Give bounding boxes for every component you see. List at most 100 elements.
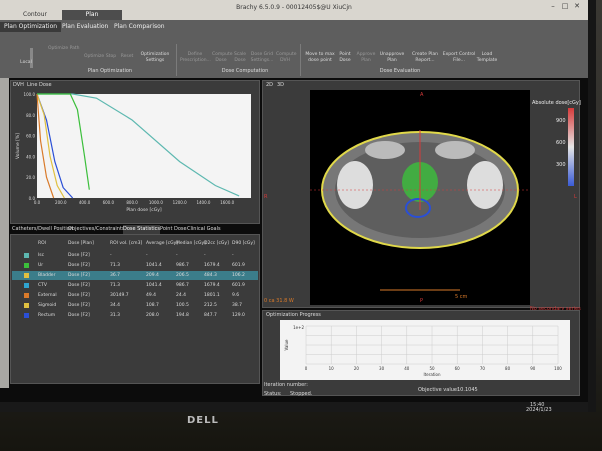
- x-tick-label: 800.0: [126, 200, 138, 205]
- tab-line-dose[interactable]: Line Dose: [27, 82, 52, 88]
- status-value: Stopped.: [290, 391, 313, 397]
- ct-image-viewport[interactable]: [310, 90, 530, 305]
- col-vol[interactable]: ROI vol. [cm3]: [110, 239, 142, 248]
- table-row[interactable]: Ur Dose [F2] 71.3 1041.4 986.7 1679.4 601.9: [12, 261, 258, 270]
- optimization-settings-button[interactable]: Optimization Settings: [140, 52, 170, 64]
- roi-color-swatch: [24, 263, 29, 268]
- tab-contour[interactable]: Contour: [10, 10, 60, 20]
- taskbar-date[interactable]: 2024/1/23: [526, 408, 552, 413]
- table-row[interactable]: Sigmoid Dose [F2] 34.4 108.7 100.5 212.5 38.7: [12, 301, 258, 310]
- x-tick-label: 400.0: [79, 200, 91, 205]
- tab-2d[interactable]: 2D: [266, 82, 273, 88]
- tab-plan[interactable]: Plan: [62, 10, 122, 20]
- cell-dose: Dose [F2]: [68, 303, 90, 308]
- dell-logo: DELL: [187, 415, 219, 426]
- table-row[interactable]: External Dose [F2] 30149.7 49.4 24.4 1801.1 9.…: [12, 291, 258, 300]
- create-plan-report-button[interactable]: Create Plan Report...: [408, 52, 442, 64]
- table-header: ROI Dose [Plan] ROI vol. [cm3] Average […: [12, 239, 258, 248]
- scale-dose-button[interactable]: Scale Dose: [232, 52, 248, 64]
- x-tick-label: 60: [455, 366, 461, 371]
- legend-value-high: 900: [556, 118, 566, 124]
- y-tick-label: 80.0: [26, 113, 35, 118]
- slice-info-label: 0 ca 31.8 W: [264, 298, 294, 304]
- cell-d90: 38.7: [232, 303, 243, 308]
- export-control-file-button[interactable]: Export Control File...: [442, 52, 476, 64]
- unapprove-plan-button[interactable]: Unapprove Plan: [378, 52, 406, 64]
- stop-button[interactable]: Stop: [104, 54, 118, 60]
- optimization-progress-title: Optimization Progress: [266, 312, 321, 318]
- cell-d90: 106.2: [232, 273, 245, 278]
- col-d2cc[interactable]: D2cc [cGy]: [204, 239, 229, 248]
- load-template-button[interactable]: Load Template: [476, 52, 498, 64]
- dose-legend-title: Absolute dose[cGy]: [532, 100, 581, 106]
- table-row[interactable]: lsc Dose [F2] - - - - -: [12, 251, 258, 260]
- x-axis-label: Plan dose [cGy]: [126, 207, 162, 213]
- left-collapsed-sidebar[interactable]: [0, 78, 9, 388]
- roi-color-swatch: [24, 273, 29, 278]
- ribbon-tab-plan-evaluation[interactable]: Plan Evaluation: [58, 22, 112, 32]
- define-prescription-button[interactable]: Define Prescription...: [180, 52, 211, 64]
- cell-roi: External: [38, 293, 57, 298]
- cell-d90: -: [232, 253, 234, 258]
- cell-roi: Sigmoid: [38, 303, 57, 308]
- ct-slice-image: [310, 130, 530, 291]
- optimize-button[interactable]: Optimize: [84, 54, 104, 60]
- tab-dose-statistics[interactable]: Dose Statistics: [123, 225, 161, 234]
- close-icon[interactable]: ✕: [572, 2, 582, 10]
- x-tick-label: 0: [305, 366, 308, 371]
- reset-button[interactable]: Reset: [120, 54, 134, 60]
- compute-dvh-button[interactable]: Compute DVH: [276, 52, 297, 64]
- cell-vol: 31.3: [110, 313, 121, 318]
- maximize-icon[interactable]: □: [560, 2, 570, 10]
- table-row[interactable]: Bladder Dose [F2] 36.7 209.4 206.5 484.3 106.2: [12, 271, 258, 280]
- point-dose-button[interactable]: Point Dose: [336, 52, 354, 64]
- dvh-panel: DVH Line Dose 0.0 20.0 40.0 60.0 80.0 100.0 0.…: [10, 80, 260, 224]
- x-tick-label: 10: [329, 366, 335, 371]
- tab-catheters[interactable]: Catheters/Dwell Position: [12, 225, 73, 234]
- col-roi[interactable]: ROI: [38, 239, 46, 248]
- col-d90[interactable]: D90 [cGy]: [232, 239, 255, 248]
- col-dose[interactable]: Dose [Plan]: [68, 239, 94, 248]
- screen: Brachy 6.5.0.9 - 00012405$@U XiuCjn Cont…: [0, 0, 588, 402]
- table-row[interactable]: Rectum Dose [F2] 31.3 208.0 194.8 847.7 129.0: [12, 311, 258, 320]
- tab-objectives[interactable]: Objectives/Constraints: [68, 225, 125, 234]
- separator: [176, 44, 177, 76]
- minimize-icon[interactable]: –: [548, 2, 558, 10]
- ribbon: Plan Optimization Plan Evaluation Plan C…: [0, 20, 588, 78]
- cell-roi: Ur: [38, 263, 44, 268]
- col-median[interactable]: Median [cGy]: [176, 239, 206, 248]
- status-label: Status:: [264, 391, 282, 397]
- approve-plan-button[interactable]: Approve Plan: [356, 52, 376, 64]
- tab-clinical-goals[interactable]: Clinical Goals: [187, 225, 221, 234]
- x-tick-label: 40: [404, 366, 410, 371]
- cell-d2: 1679.4: [204, 263, 220, 268]
- legend-value-mid: 600: [556, 140, 566, 146]
- dose-grid-settings-button[interactable]: Dose Grid Settings...: [250, 52, 274, 64]
- optimization-progress-plot: 0 10 20 30 40 50 60 70 80 90 100 1e+2 Value Iteration: [280, 320, 570, 380]
- cell-roi: Rectum: [38, 313, 56, 318]
- cell-d90: 601.9: [232, 283, 245, 288]
- cell-d2: -: [204, 253, 206, 258]
- objective-value: 10.1045: [457, 387, 478, 393]
- x-tick-label: 600.0: [103, 200, 115, 205]
- cell-avg: 208.0: [146, 313, 159, 318]
- tab-dvh[interactable]: DVH: [13, 82, 24, 88]
- ribbon-tab-plan-comparison[interactable]: Plan Comparison: [110, 22, 169, 32]
- cell-dose: Dose [F2]: [68, 253, 90, 258]
- cell-vol: 34.4: [110, 303, 121, 308]
- optimize-path-checkbox[interactable]: Optimize Path: [48, 46, 88, 52]
- ribbon-tab-plan-optimization[interactable]: Plan Optimization: [0, 22, 62, 32]
- tab-point-dose[interactable]: Point Dose: [160, 225, 187, 234]
- table-row[interactable]: CTV Dose [F2] 71.3 1041.4 986.7 1679.4 601.9: [12, 281, 258, 290]
- x-tick-label: 20: [354, 366, 360, 371]
- dvh-chart: 0.020.040.060.080.0100.00.0 200.0 400.0 600…: [15, 92, 251, 213]
- col-average[interactable]: Average [cGy]: [146, 239, 178, 248]
- cell-vol: 71.3: [110, 263, 121, 268]
- cell-dose: Dose [F2]: [68, 283, 90, 288]
- iteration-label: Iteration number:: [264, 382, 308, 388]
- compute-dose-button[interactable]: Compute Dose: [212, 52, 233, 64]
- cell-dose: Dose [F2]: [68, 263, 90, 268]
- tab-3d[interactable]: 3D: [277, 82, 284, 88]
- move-to-max-dose-point-button[interactable]: Move to max dose point: [304, 52, 336, 64]
- cell-med: 100.5: [176, 303, 189, 308]
